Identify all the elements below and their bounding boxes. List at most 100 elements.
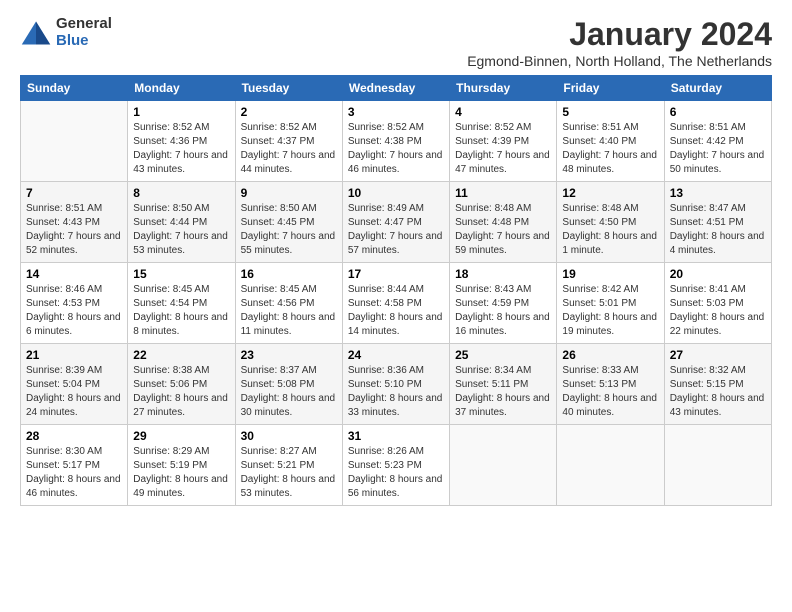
calendar-header: Sunday Monday Tuesday Wednesday Thursday… — [21, 76, 772, 101]
day-number: 28 — [26, 429, 122, 443]
col-wednesday: Wednesday — [342, 76, 449, 101]
week-row-2: 7 Sunrise: 8:51 AMSunset: 4:43 PMDaylight… — [21, 182, 772, 263]
cell-w2-d2: 8Sunrise: 8:50 AMSunset: 4:44 PMDaylight… — [128, 182, 235, 263]
cell-w4-d6: 26Sunrise: 8:33 AMSunset: 5:13 PMDayligh… — [557, 344, 664, 425]
cell-w4-d7: 27 Sunrise: 8:32 AMSunset: 5:15 PMDayligh… — [664, 344, 771, 425]
cell-w3-d5: 18 Sunrise: 8:43 AMSunset: 4:59 PMDayligh… — [450, 263, 557, 344]
day-number: 30 — [241, 429, 337, 443]
day-info: Sunrise: 8:41 AMSunset: 5:03 PMDaylight:… — [670, 283, 766, 339]
day-number: 4 — [455, 105, 551, 119]
col-thursday: Thursday — [450, 76, 557, 101]
day-number: 18 — [455, 267, 551, 281]
cell-w1-d5: 4Sunrise: 8:52 AMSunset: 4:39 PMDaylight… — [450, 101, 557, 182]
day-info: Sunrise: 8:48 AMSunset: 4:50 PMDaylight:… — [562, 202, 658, 258]
week-row-1: 1 Sunrise: 8:52 AMSunset: 4:36 PMDaylight… — [21, 101, 772, 182]
cell-w3-d1: 14Sunrise: 8:46 AMSunset: 4:53 PMDayligh… — [21, 263, 128, 344]
col-friday: Friday — [557, 76, 664, 101]
day-number: 17 — [348, 267, 444, 281]
header-row: Sunday Monday Tuesday Wednesday Thursday… — [21, 76, 772, 101]
month-title: January 2024 — [467, 16, 772, 53]
day-info: Sunrise: 8:52 AMSunset: 4:36 PMDaylight:… — [133, 121, 229, 177]
cell-w1-d4: 3 Sunrise: 8:52 AMSunset: 4:38 PMDaylight… — [342, 101, 449, 182]
col-sunday: Sunday — [21, 76, 128, 101]
day-info: Sunrise: 8:52 AMSunset: 4:37 PMDaylight:… — [241, 121, 337, 177]
day-number: 24 — [348, 348, 444, 362]
week-row-5: 28 Sunrise: 8:30 AMSunset: 5:17 PMDayligh… — [21, 425, 772, 506]
cell-w5-d3: 30 Sunrise: 8:27 AMSunset: 5:21 PMDayligh… — [235, 425, 342, 506]
cell-w4-d5: 25 Sunrise: 8:34 AMSunset: 5:11 PMDayligh… — [450, 344, 557, 425]
day-info: Sunrise: 8:51 AMSunset: 4:42 PMDaylight:… — [670, 121, 766, 177]
day-number: 29 — [133, 429, 229, 443]
day-number: 25 — [455, 348, 551, 362]
day-number: 7 — [26, 186, 122, 200]
day-info: Sunrise: 8:50 AMSunset: 4:45 PMDaylight:… — [241, 202, 337, 258]
day-info: Sunrise: 8:43 AMSunset: 4:59 PMDaylight:… — [455, 283, 551, 339]
day-number: 6 — [670, 105, 766, 119]
cell-w2-d4: 10Sunrise: 8:49 AMSunset: 4:47 PMDayligh… — [342, 182, 449, 263]
day-number: 10 — [348, 186, 444, 200]
cell-w1-d2: 1 Sunrise: 8:52 AMSunset: 4:36 PMDaylight… — [128, 101, 235, 182]
cell-w1-d1 — [21, 101, 128, 182]
day-info: Sunrise: 8:52 AMSunset: 4:38 PMDaylight:… — [348, 121, 444, 177]
day-number: 3 — [348, 105, 444, 119]
day-info: Sunrise: 8:38 AMSunset: 5:06 PMDaylight:… — [133, 364, 229, 420]
cell-w4-d3: 23Sunrise: 8:37 AMSunset: 5:08 PMDayligh… — [235, 344, 342, 425]
day-info: Sunrise: 8:33 AMSunset: 5:13 PMDaylight:… — [562, 364, 658, 420]
cell-w2-d6: 12 Sunrise: 8:48 AMSunset: 4:50 PMDayligh… — [557, 182, 664, 263]
day-info: Sunrise: 8:44 AMSunset: 4:58 PMDaylight:… — [348, 283, 444, 339]
cell-w4-d1: 21 Sunrise: 8:39 AMSunset: 5:04 PMDayligh… — [21, 344, 128, 425]
cell-w4-d4: 24 Sunrise: 8:36 AMSunset: 5:10 PMDayligh… — [342, 344, 449, 425]
cell-w3-d6: 19Sunrise: 8:42 AMSunset: 5:01 PMDayligh… — [557, 263, 664, 344]
cell-w2-d3: 9Sunrise: 8:50 AMSunset: 4:45 PMDaylight… — [235, 182, 342, 263]
cell-w3-d2: 15 Sunrise: 8:45 AMSunset: 4:54 PMDayligh… — [128, 263, 235, 344]
cell-w3-d3: 16 Sunrise: 8:45 AMSunset: 4:56 PMDayligh… — [235, 263, 342, 344]
day-number: 11 — [455, 186, 551, 200]
day-info: Sunrise: 8:36 AMSunset: 5:10 PMDaylight:… — [348, 364, 444, 420]
cell-w1-d6: 5Sunrise: 8:51 AMSunset: 4:40 PMDaylight… — [557, 101, 664, 182]
day-number: 23 — [241, 348, 337, 362]
day-info: Sunrise: 8:27 AMSunset: 5:21 PMDaylight:… — [241, 445, 337, 501]
day-info: Sunrise: 8:34 AMSunset: 5:11 PMDaylight:… — [455, 364, 551, 420]
day-number: 13 — [670, 186, 766, 200]
col-monday: Monday — [128, 76, 235, 101]
day-number: 12 — [562, 186, 658, 200]
day-info: Sunrise: 8:51 AMSunset: 4:43 PMDaylight:… — [26, 202, 122, 258]
calendar-table: Sunday Monday Tuesday Wednesday Thursday… — [20, 75, 772, 506]
day-info: Sunrise: 8:45 AMSunset: 4:54 PMDaylight:… — [133, 283, 229, 339]
cell-w5-d7 — [664, 425, 771, 506]
day-info: Sunrise: 8:29 AMSunset: 5:19 PMDaylight:… — [133, 445, 229, 501]
cell-w1-d3: 2Sunrise: 8:52 AMSunset: 4:37 PMDaylight… — [235, 101, 342, 182]
day-number: 1 — [133, 105, 229, 119]
day-info: Sunrise: 8:48 AMSunset: 4:48 PMDaylight:… — [455, 202, 551, 258]
day-info: Sunrise: 8:50 AMSunset: 4:44 PMDaylight:… — [133, 202, 229, 258]
day-info: Sunrise: 8:47 AMSunset: 4:51 PMDaylight:… — [670, 202, 766, 258]
cell-w1-d7: 6 Sunrise: 8:51 AMSunset: 4:42 PMDaylight… — [664, 101, 771, 182]
day-number: 27 — [670, 348, 766, 362]
title-area: January 2024 Egmond-Binnen, North Hollan… — [467, 16, 772, 69]
day-info: Sunrise: 8:51 AMSunset: 4:40 PMDaylight:… — [562, 121, 658, 177]
day-number: 31 — [348, 429, 444, 443]
col-saturday: Saturday — [664, 76, 771, 101]
week-row-3: 14Sunrise: 8:46 AMSunset: 4:53 PMDayligh… — [21, 263, 772, 344]
day-number: 20 — [670, 267, 766, 281]
day-number: 15 — [133, 267, 229, 281]
day-number: 16 — [241, 267, 337, 281]
day-info: Sunrise: 8:42 AMSunset: 5:01 PMDaylight:… — [562, 283, 658, 339]
calendar-body: 1 Sunrise: 8:52 AMSunset: 4:36 PMDaylight… — [21, 101, 772, 506]
logo-icon — [20, 19, 52, 47]
cell-w5-d1: 28 Sunrise: 8:30 AMSunset: 5:17 PMDayligh… — [21, 425, 128, 506]
logo: General Blue — [20, 16, 112, 49]
location-subtitle: Egmond-Binnen, North Holland, The Nether… — [467, 53, 772, 69]
cell-w5-d2: 29 Sunrise: 8:29 AMSunset: 5:19 PMDayligh… — [128, 425, 235, 506]
day-info: Sunrise: 8:45 AMSunset: 4:56 PMDaylight:… — [241, 283, 337, 339]
logo-blue-text: Blue — [56, 33, 112, 50]
day-number: 21 — [26, 348, 122, 362]
day-info: Sunrise: 8:30 AMSunset: 5:17 PMDaylight:… — [26, 445, 122, 501]
day-info: Sunrise: 8:32 AMSunset: 5:15 PMDaylight:… — [670, 364, 766, 420]
day-info: Sunrise: 8:39 AMSunset: 5:04 PMDaylight:… — [26, 364, 122, 420]
cell-w3-d4: 17 Sunrise: 8:44 AMSunset: 4:58 PMDayligh… — [342, 263, 449, 344]
cell-w2-d7: 13 Sunrise: 8:47 AMSunset: 4:51 PMDayligh… — [664, 182, 771, 263]
day-info: Sunrise: 8:46 AMSunset: 4:53 PMDaylight:… — [26, 283, 122, 339]
cell-w2-d1: 7 Sunrise: 8:51 AMSunset: 4:43 PMDaylight… — [21, 182, 128, 263]
cell-w5-d5 — [450, 425, 557, 506]
